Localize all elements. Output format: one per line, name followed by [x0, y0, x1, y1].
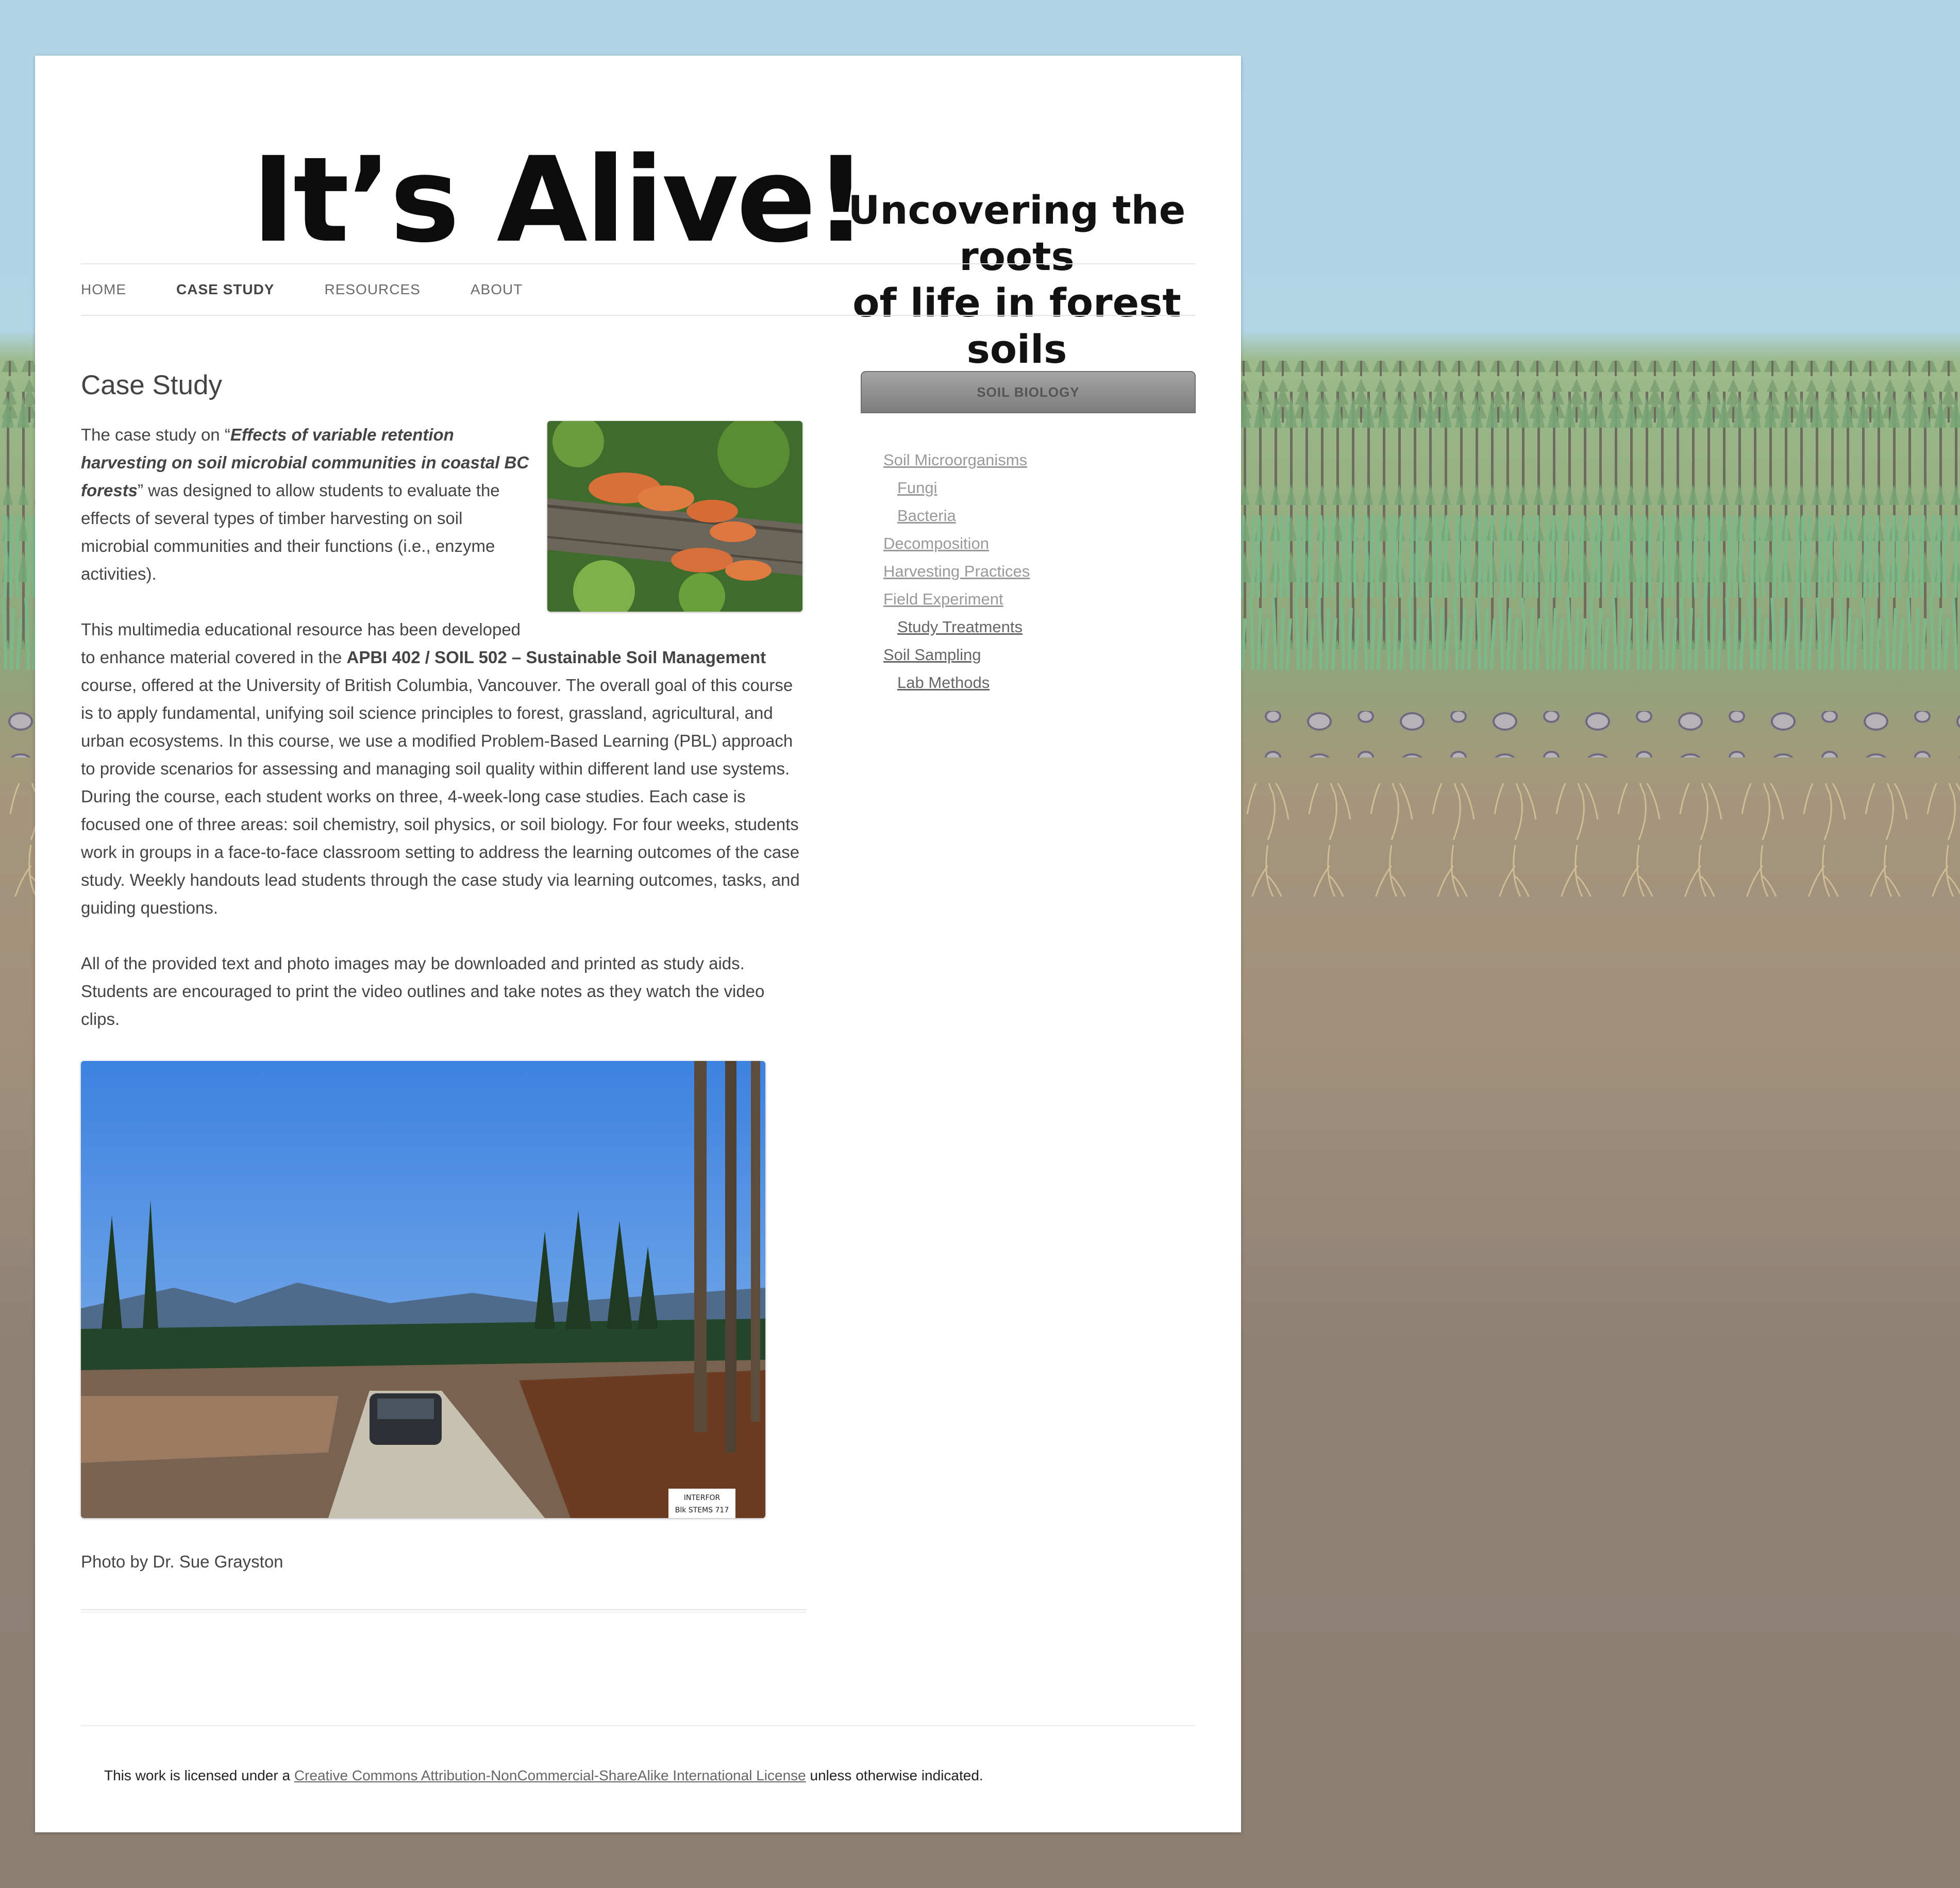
- sign-text-line1: INTERFOR: [684, 1494, 721, 1502]
- study-aids-paragraph: All of the provided text and photo image…: [81, 954, 765, 1029]
- main-navigation: HOME CASE STUDY RESOURCES ABOUT: [81, 263, 1195, 316]
- sidebar-link-bacteria[interactable]: Bacteria: [897, 507, 956, 525]
- entry-content: The case study on “Effects of variable r…: [81, 421, 802, 1576]
- page-container: It’s Alive! Uncovering the roots of life…: [35, 56, 1241, 1832]
- logo-title: It’s Alive!: [252, 131, 868, 268]
- sidebar-link-fungi[interactable]: Fungi: [897, 479, 937, 497]
- sidebar-item-study-treatments: Study Treatments: [883, 613, 1196, 641]
- nav-case-study[interactable]: CASE STUDY: [176, 281, 274, 298]
- nav-about[interactable]: ABOUT: [471, 281, 523, 298]
- sidebar-link-study-treatments[interactable]: Study Treatments: [897, 618, 1023, 636]
- sidebar-item-soil-microorganisms: Soil Microorganisms: [883, 446, 1196, 474]
- license-text-end: unless otherwise indicated.: [806, 1767, 983, 1783]
- nav-resources[interactable]: RESOURCES: [324, 281, 420, 298]
- sidebar-item-harvesting-practices: Harvesting Practices: [883, 558, 1196, 585]
- sidebar-item-fungi: Fungi: [883, 474, 1196, 502]
- sidebar-widget-title: SOIL BIOLOGY: [861, 371, 1196, 413]
- fungi-on-log-image[interactable]: [547, 421, 802, 612]
- intro-text-start: The case study on “: [81, 425, 230, 444]
- sign-text-line2: Blk STEMS 717: [675, 1506, 729, 1514]
- intro-text-end: ” was designed to allow students to eval…: [81, 481, 500, 583]
- license-notice: This work is licensed under a Creative C…: [104, 1767, 1195, 1784]
- fungi-photo-illustration: [547, 421, 802, 612]
- site-logo[interactable]: It’s Alive! Uncovering the roots of life…: [252, 125, 1215, 372]
- sidebar-link-field-experiment[interactable]: Field Experiment: [883, 590, 1003, 608]
- sidebar-link-decomposition[interactable]: Decomposition: [883, 534, 989, 552]
- course-name: APBI 402 / SOIL 502 – Sustainable Soil M…: [346, 648, 766, 667]
- course-paragraph: This multimedia educational resource has…: [81, 616, 802, 922]
- sidebar-link-harvesting-practices[interactable]: Harvesting Practices: [883, 562, 1030, 580]
- license-text-start: This work is licensed under a: [104, 1767, 294, 1783]
- sidebar-link-soil-microorganisms[interactable]: Soil Microorganisms: [883, 451, 1027, 469]
- main-content: Case Study The case study on “Effects of…: [81, 367, 802, 1576]
- sidebar-item-soil-sampling: Soil Sampling: [883, 641, 1196, 669]
- page-title: Case Study: [81, 370, 222, 400]
- harvest-site-image[interactable]: INTERFOR Blk STEMS 717: [81, 1061, 765, 1518]
- harvest-site-photo-illustration: INTERFOR Blk STEMS 717: [81, 1061, 765, 1518]
- sidebar-link-lab-methods[interactable]: Lab Methods: [897, 673, 990, 692]
- sidebar-item-lab-methods: Lab Methods: [883, 669, 1196, 697]
- nav-home[interactable]: HOME: [81, 281, 126, 298]
- sidebar: SOIL BIOLOGY Soil Microorganisms Fungi B…: [861, 371, 1196, 697]
- sidebar-item-field-experiment: Field Experiment: [883, 585, 1196, 613]
- license-link[interactable]: Creative Commons Attribution-NonCommerci…: [294, 1767, 806, 1783]
- sidebar-item-bacteria: Bacteria: [883, 502, 1196, 530]
- sidebar-menu: Soil Microorganisms Fungi Bacteria Decom…: [883, 446, 1196, 697]
- photo-caption: Photo by Dr. Sue Grayston: [81, 1552, 283, 1571]
- entry-divider: [81, 1609, 807, 1613]
- sidebar-link-soil-sampling[interactable]: Soil Sampling: [883, 646, 981, 664]
- site-footer: This work is licensed under a Creative C…: [81, 1725, 1195, 1784]
- sidebar-item-decomposition: Decomposition: [883, 530, 1196, 558]
- course-text-end: course, offered at the University of Bri…: [81, 676, 800, 917]
